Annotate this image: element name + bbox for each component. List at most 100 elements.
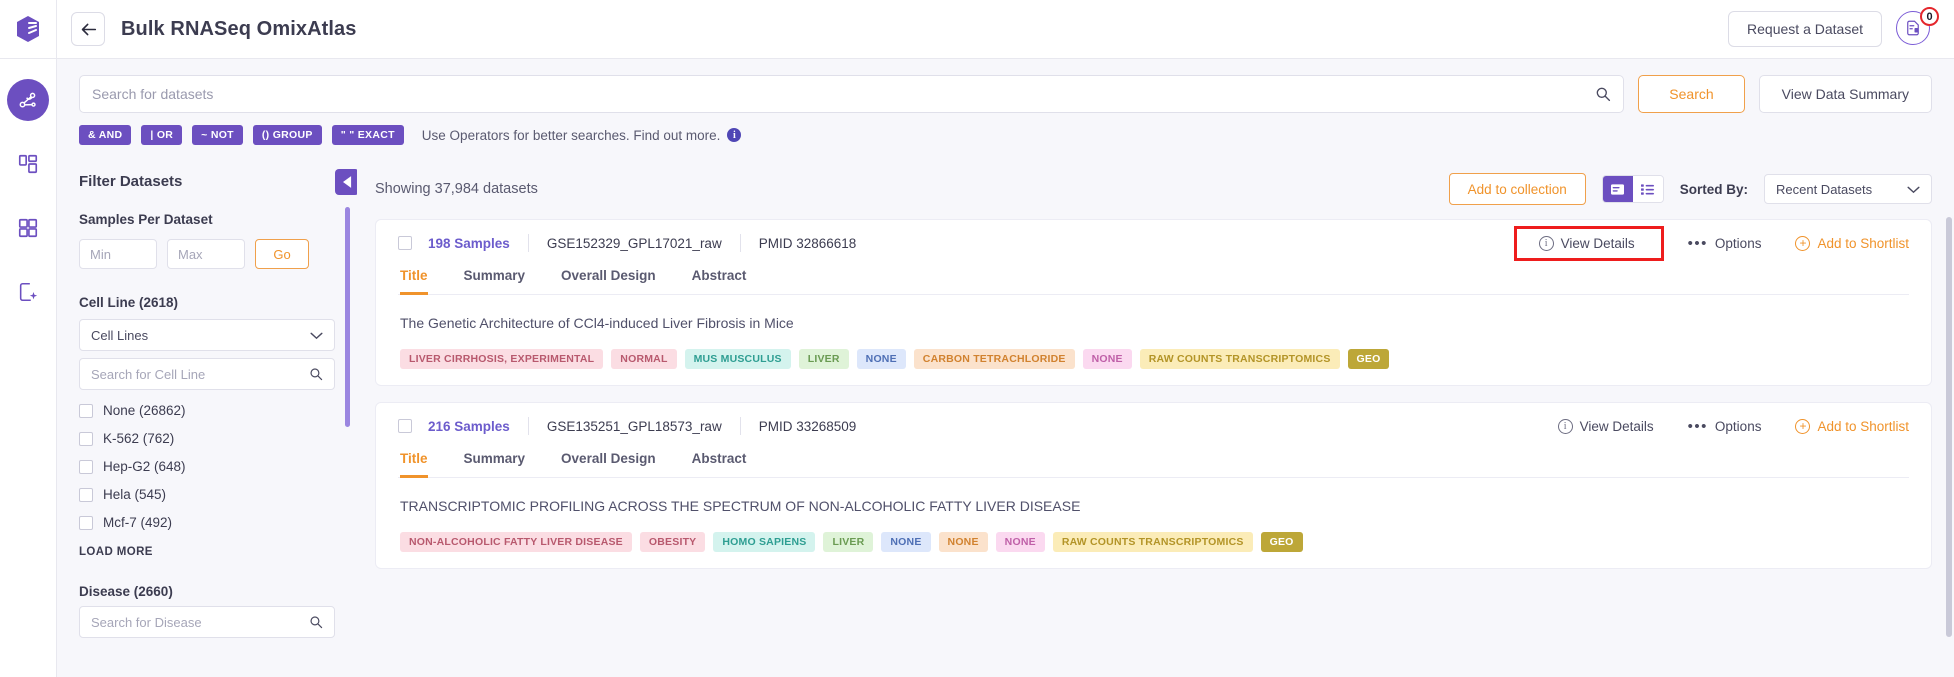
disease-search-box[interactable] xyxy=(79,606,335,638)
cell-line-option-mcf7[interactable]: Mcf-7 (492) xyxy=(79,515,335,530)
disease-search-input[interactable] xyxy=(91,614,309,630)
rail-items xyxy=(7,59,49,313)
dataset-tag[interactable]: LIVER xyxy=(798,349,849,369)
cell-line-option-k562[interactable]: K-562 (762) xyxy=(79,431,335,446)
dataset-tag[interactable]: GEO xyxy=(1347,349,1390,369)
operator-chip-not[interactable]: ~ NOT xyxy=(192,125,243,145)
samples-max-input[interactable] xyxy=(167,239,245,269)
tab-summary[interactable]: Summary xyxy=(464,451,526,478)
dataset-title: The Genetic Architecture of CCl4-induced… xyxy=(400,315,794,331)
dataset-select-checkbox[interactable] xyxy=(398,236,412,250)
checkbox-icon[interactable] xyxy=(79,487,93,502)
search-input[interactable] xyxy=(92,86,1596,102)
cell-line-option-hepg2[interactable]: Hep-G2 (648) xyxy=(79,459,335,474)
left-nav-rail xyxy=(0,0,57,677)
dataset-tag[interactable]: NONE xyxy=(881,532,931,552)
dataset-tag[interactable]: HOMO SAPIENS xyxy=(713,532,816,552)
view-data-summary-button[interactable]: View Data Summary xyxy=(1758,75,1932,113)
dataset-tag[interactable]: LIVER xyxy=(823,532,874,552)
atlas-icon xyxy=(19,92,36,108)
checkbox-icon[interactable] xyxy=(79,431,93,446)
options-button[interactable]: ••• Options xyxy=(1688,419,1762,434)
back-button[interactable] xyxy=(71,12,105,46)
cell-line-option-none[interactable]: None (26862) xyxy=(79,403,335,418)
dataset-tag[interactable]: RAW COUNTS TRANSCRIPTOMICS xyxy=(1139,349,1340,369)
cell-line-search-input[interactable] xyxy=(91,366,309,382)
filter-scrollbar[interactable] xyxy=(345,207,350,427)
disease-facet-label: Disease (2660) xyxy=(79,584,173,599)
cell-line-search-box[interactable] xyxy=(79,358,335,390)
plus-circle-icon: + xyxy=(1795,418,1811,434)
view-details-button[interactable]: i View Details xyxy=(1538,235,1635,251)
divider xyxy=(739,234,741,252)
dataset-tags: LIVER CIRRHOSIS, EXPERIMENTAL NORMAL MUS… xyxy=(398,349,1909,369)
samples-go-button[interactable]: Go xyxy=(255,239,309,269)
info-icon: i xyxy=(1557,418,1573,434)
options-button[interactable]: ••• Options xyxy=(1688,236,1762,251)
add-to-shortlist-label: Add to Shortlist xyxy=(1817,235,1909,251)
dataset-tag[interactable]: NONE xyxy=(1082,349,1132,369)
sidebar-item-atlas[interactable] xyxy=(7,79,49,121)
shortlist-button[interactable]: 0 xyxy=(1896,7,1939,47)
sidebar-item-dashboard[interactable] xyxy=(7,143,49,185)
dashboard-icon xyxy=(18,154,38,174)
search-button[interactable]: Search xyxy=(1638,75,1745,113)
operator-chip-or[interactable]: | OR xyxy=(141,125,183,145)
tab-abstract[interactable]: Abstract xyxy=(692,268,747,295)
info-icon[interactable]: i xyxy=(727,128,742,142)
app-root: Bulk RNASeq OmixAtlas Request a Dataset … xyxy=(0,0,1954,677)
cell-line-option-hela[interactable]: Hela (545) xyxy=(79,487,335,502)
page-scrollbar[interactable] xyxy=(1946,217,1952,637)
cell-line-load-more[interactable]: LOAD MORE xyxy=(79,546,335,558)
tab-summary[interactable]: Summary xyxy=(464,268,526,295)
tab-title[interactable]: Title xyxy=(400,268,428,295)
dataset-tag[interactable]: NONE xyxy=(938,532,988,552)
samples-min-input[interactable] xyxy=(79,239,157,269)
operator-chip-and[interactable]: & AND xyxy=(79,125,132,145)
dataset-meta: 198 Samples GSE152329_GPL17021_raw PMID … xyxy=(398,234,856,252)
dataset-tag[interactable]: NORMAL xyxy=(611,349,677,369)
shortlist-icon xyxy=(1907,20,1919,36)
card-view-button[interactable] xyxy=(1602,176,1633,202)
dataset-tag[interactable]: MUS MUSCULUS xyxy=(684,349,791,369)
apps-grid-icon xyxy=(18,218,38,238)
dataset-tag[interactable]: NONE xyxy=(995,532,1045,552)
tab-abstract[interactable]: Abstract xyxy=(692,451,747,478)
view-details-button[interactable]: i View Details xyxy=(1557,418,1654,434)
cell-line-select[interactable]: Cell Lines xyxy=(79,319,335,351)
add-to-collection-button[interactable]: Add to collection xyxy=(1448,173,1586,205)
search-box[interactable] xyxy=(79,75,1625,113)
tab-title[interactable]: Title xyxy=(400,451,428,478)
list-view-button[interactable] xyxy=(1632,176,1663,202)
sidebar-item-apps[interactable] xyxy=(7,207,49,249)
operator-chip-group[interactable]: () GROUP xyxy=(252,125,322,145)
dataset-tag[interactable]: CARBON TETRACHLORIDE xyxy=(913,349,1075,369)
dataset-card-actions: i View Details ••• Options + Add to Shor… xyxy=(1513,225,1909,261)
dataset-tag[interactable]: LIVER CIRRHOSIS, EXPERIMENTAL xyxy=(400,349,604,369)
request-dataset-button[interactable]: Request a Dataset xyxy=(1728,11,1882,47)
cell-line-select-value: Cell Lines xyxy=(91,327,149,343)
checkbox-icon[interactable] xyxy=(79,459,93,474)
sidebar-item-reports[interactable] xyxy=(7,271,49,313)
app-logo[interactable] xyxy=(0,0,56,59)
checkbox-icon[interactable] xyxy=(79,515,93,530)
add-to-shortlist-button[interactable]: + Add to Shortlist xyxy=(1795,418,1909,434)
dataset-tag[interactable]: RAW COUNTS TRANSCRIPTOMICS xyxy=(1052,532,1253,552)
dataset-card: 216 Samples GSE135251_GPL18573_raw PMID … xyxy=(375,402,1932,569)
add-to-shortlist-button[interactable]: + Add to Shortlist xyxy=(1795,235,1909,251)
divider xyxy=(527,234,529,252)
dataset-select-checkbox[interactable] xyxy=(398,419,412,433)
dataset-tag[interactable]: GEO xyxy=(1260,532,1303,552)
operator-chip-exact[interactable]: " " EXACT xyxy=(331,125,404,145)
dataset-tag[interactable]: OBESITY xyxy=(639,532,706,552)
tab-overall-design[interactable]: Overall Design xyxy=(561,451,656,478)
tab-overall-design[interactable]: Overall Design xyxy=(561,268,656,295)
divider xyxy=(527,417,529,435)
dataset-card-tabs: Title Summary Overall Design Abstract xyxy=(398,268,1909,295)
checkbox-icon[interactable] xyxy=(79,403,93,418)
dataset-tag[interactable]: NON-ALCOHOLIC FATTY LIVER DISEASE xyxy=(400,532,632,552)
sort-select[interactable]: Recent Datasets xyxy=(1764,174,1932,204)
collapse-sidebar-button[interactable] xyxy=(335,169,357,195)
dataset-tag[interactable]: NONE xyxy=(856,349,906,369)
divider xyxy=(739,417,741,435)
